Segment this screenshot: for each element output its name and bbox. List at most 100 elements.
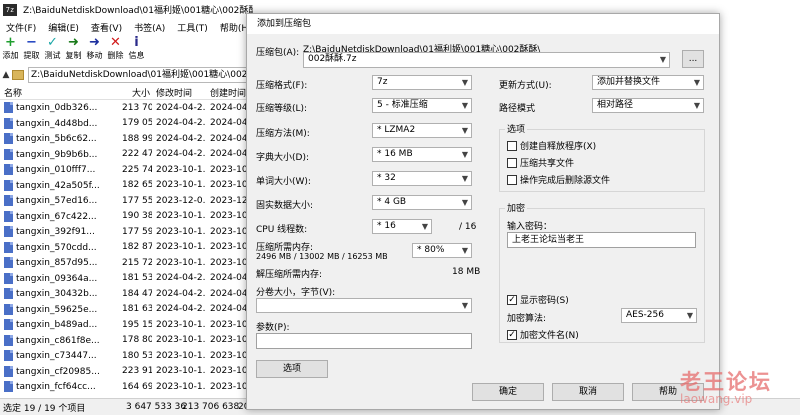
file-modified-cell: 2023-12-0... (156, 195, 206, 206)
browse-button[interactable]: ... (682, 50, 704, 68)
file-name: tangxin_b489ad... (16, 320, 98, 331)
menu-edit[interactable]: 编辑(E) (42, 21, 85, 34)
file-row[interactable]: tangxin_5b6c62... 188 997 0... 2024-04-2..… (0, 131, 250, 147)
file-row[interactable]: tangxin_010fff7... 225 744 4... 2023-10-1.… (0, 162, 250, 178)
file-size-cell: 180 537 8... (122, 350, 152, 361)
show-password-checkbox[interactable]: ✓ 显示密码(S) (507, 293, 569, 306)
toolbar-button-1[interactable]: − 提取 (21, 36, 42, 66)
file-icon (4, 133, 13, 145)
compress-shared-checkbox[interactable]: 压缩共享文件 (507, 156, 574, 169)
dictionary-select[interactable]: * 16 MB ▼ (372, 147, 472, 162)
file-row[interactable]: tangxin_570cdd... 182 879 4... 2023-10-1..… (0, 240, 250, 256)
file-row[interactable]: tangxin_30432b... 184 474 6... 2024-04-2..… (0, 286, 250, 302)
file-row[interactable]: tangxin_9b9b6b... 222 477 2... 2024-04-2..… (0, 147, 250, 163)
split-size-combo[interactable]: ▼ (256, 298, 472, 313)
file-row[interactable]: tangxin_cf20985... 223 914 2... 2023-10-1.… (0, 364, 250, 380)
file-row[interactable]: tangxin_09364a... 181 534 9... 2024-04-2..… (0, 271, 250, 287)
file-size-cell: 177 554 9... (122, 195, 152, 206)
file-created-cell: 2023-10-1... (210, 242, 250, 253)
check-icon: ✓ (47, 35, 58, 50)
toolbar-button-6[interactable]: i 信息 (126, 36, 147, 66)
file-name-cell: tangxin_59625e... (0, 303, 122, 315)
file-row[interactable]: tangxin_57ed16... 177 554 9... 2023-12-0..… (0, 193, 250, 209)
path-bar: ▲ Z:\BaiduNetdiskDownload\01福利姬\001糖心\00… (0, 66, 250, 84)
file-name-cell: tangxin_fcf64cc... (0, 381, 122, 393)
file-size-cell: 181 632 8... (122, 304, 152, 315)
dialog-title: 添加到压缩包 (247, 14, 719, 34)
file-row[interactable]: tangxin_0db326... 213 706 6... 2024-04-2..… (0, 100, 250, 116)
options-group-title: 选项 (505, 122, 528, 135)
chevron-down-icon: ▼ (461, 78, 468, 87)
options-button[interactable]: 选项 (256, 360, 328, 378)
cpu-threads-select[interactable]: * 16 ▼ (372, 219, 432, 234)
archive-label: 压缩包(A): (256, 48, 300, 58)
file-created-cell: 2024-04-2... (210, 273, 250, 284)
file-size-cell: 182 879 4... (122, 242, 152, 253)
file-row[interactable]: tangxin_fcf64cc... 164 698 6... 2023-10-1.… (0, 379, 250, 395)
column-name[interactable]: 名称 (0, 86, 122, 99)
encrypt-filenames-checkbox[interactable]: ✓ 加密文件名(N) (507, 328, 579, 341)
menu-tools[interactable]: 工具(T) (171, 21, 214, 34)
toolbar-button-0[interactable]: + 添加 (0, 36, 21, 66)
file-row[interactable]: tangxin_59625e... 181 632 8... 2024-04-2..… (0, 302, 250, 318)
file-name-cell: tangxin_09364a... (0, 272, 122, 284)
create-sfx-checkbox[interactable]: 创建自释放程序(X) (507, 139, 596, 152)
file-modified-cell: 2024-04-2... (156, 304, 206, 315)
toolbar-button-4[interactable]: ➜ 移动 (84, 36, 105, 66)
file-name-cell: tangxin_9b9b6b... (0, 148, 122, 160)
file-row[interactable]: tangxin_42a505f... 182 653 5... 2023-10-1.… (0, 178, 250, 194)
file-row[interactable]: tangxin_b489ad... 195 158 8... 2023-10-1..… (0, 317, 250, 333)
file-icon (4, 365, 13, 377)
file-size-cell: 164 698 6... (122, 381, 152, 392)
path-input[interactable]: Z:\BaiduNetdiskDownload\01福利姬\001糖心\002酥… (28, 67, 250, 83)
method-select[interactable]: * LZMA2 ▼ (372, 123, 472, 138)
parameters-input[interactable] (256, 333, 472, 349)
column-modified[interactable]: 修改时间 (152, 86, 206, 99)
toolbar-button-3[interactable]: ➜ 复制 (63, 36, 84, 66)
delete-after-checkbox[interactable]: 操作完成后删除源文件 (507, 173, 610, 186)
cancel-button[interactable]: 取消 (552, 383, 624, 401)
file-modified-cell: 2024-04-2... (156, 149, 206, 160)
level-select[interactable]: 5 - 标准压缩 ▼ (372, 98, 472, 113)
file-row[interactable]: tangxin_857d95... 215 729 5... 2023-10-1..… (0, 255, 250, 271)
ok-button[interactable]: 确定 (472, 383, 544, 401)
file-name-cell: tangxin_57ed16... (0, 195, 122, 207)
parameters-label: 参数(P): (256, 323, 290, 333)
file-name: tangxin_42a505f... (16, 180, 100, 191)
file-row[interactable]: tangxin_67c422... 190 382 3... 2023-10-1..… (0, 209, 250, 225)
solid-size-select[interactable]: * 4 GB ▼ (372, 195, 472, 210)
update-mode-select[interactable]: 添加并替换文件 ▼ (592, 75, 704, 90)
toolbar-button-5[interactable]: ✕ 删除 (105, 36, 126, 66)
toolbar-button-2[interactable]: ✓ 测试 (42, 36, 63, 66)
file-size-cell: 181 534 9... (122, 273, 152, 284)
file-size-cell: 179 051 8... (122, 118, 152, 129)
file-row[interactable]: tangxin_c73447... 180 537 8... 2023-10-1..… (0, 348, 250, 364)
memory-percent-select[interactable]: * 80% ▼ (412, 243, 472, 258)
format-select[interactable]: 7z ▼ (372, 75, 472, 90)
word-size-select[interactable]: * 32 ▼ (372, 171, 472, 186)
chevron-down-icon: ▼ (461, 126, 468, 135)
column-created[interactable]: 创建时间 (206, 86, 250, 99)
path-mode-select[interactable]: 相对路径 ▼ (592, 98, 704, 113)
menu-file[interactable]: 文件(F) (0, 21, 42, 34)
file-name-cell: tangxin_857d95... (0, 257, 122, 269)
file-created-cell: 2023-10-1... (210, 257, 250, 268)
file-row[interactable]: tangxin_c861f8e... 178 808 7... 2023-10-1.… (0, 333, 250, 349)
chevron-down-icon: ▼ (461, 246, 468, 255)
file-modified-cell: 2023-10-1... (156, 211, 206, 222)
encryption-method-select[interactable]: AES-256 ▼ (621, 308, 697, 323)
menu-bookmarks[interactable]: 书签(A) (128, 21, 171, 34)
info-icon: i (134, 35, 139, 50)
password-input[interactable]: 上老王论坛当老王 (507, 232, 696, 248)
column-size[interactable]: 大小 (122, 86, 152, 99)
status-total-size: 3 647 533 36 (126, 402, 187, 412)
toolbar-button-label: 删除 (107, 51, 124, 60)
cpu-threads-total: / 16 (459, 222, 477, 232)
file-row[interactable]: tangxin_392f91... 177 595 6... 2023-10-1..… (0, 224, 250, 240)
archive-name-combo[interactable]: 002酥酥.7z ▼ (303, 52, 670, 68)
file-row[interactable]: tangxin_4d48bd... 179 051 8... 2024-04-2..… (0, 116, 250, 132)
file-name: tangxin_c73447... (16, 351, 97, 362)
menu-view[interactable]: 查看(V) (85, 21, 128, 34)
up-folder-icon[interactable]: ▲ (0, 70, 12, 80)
minus-icon: − (26, 35, 37, 50)
